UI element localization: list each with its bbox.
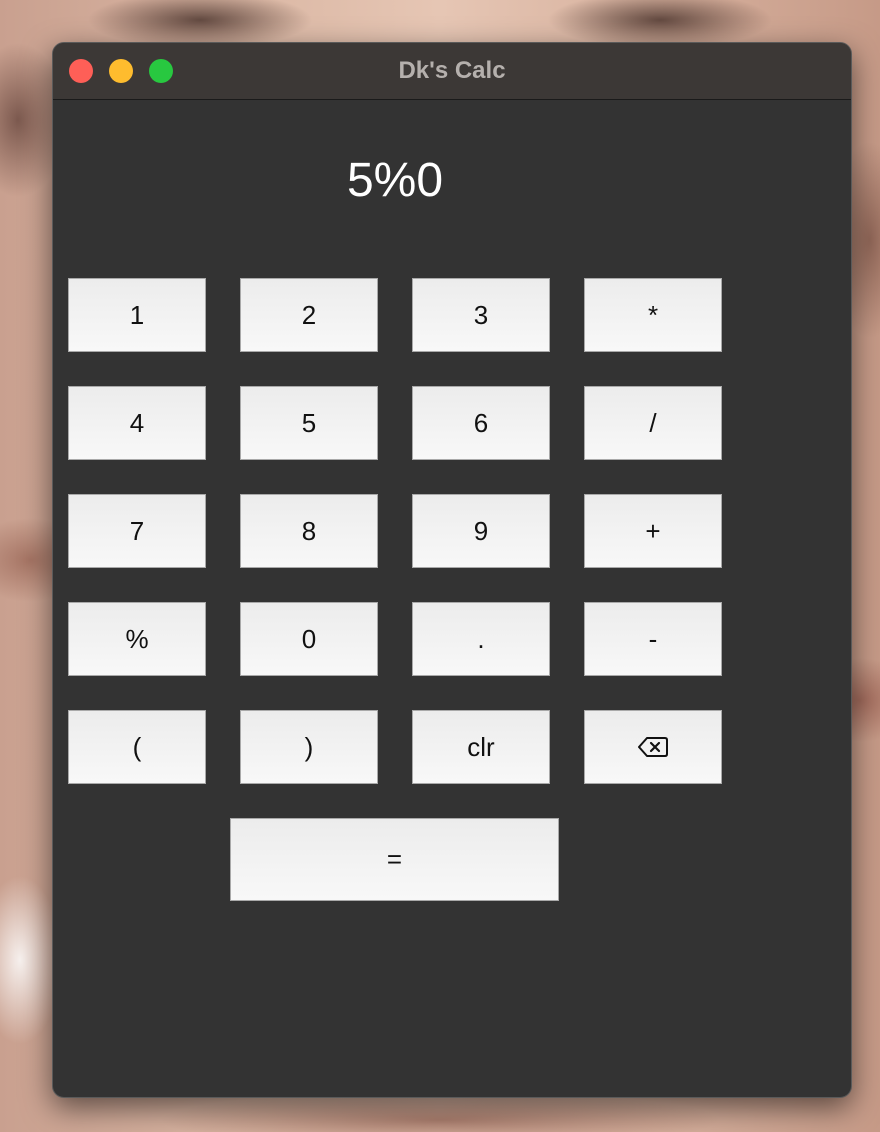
key-5-button[interactable]: 5 (240, 386, 378, 460)
clear-button[interactable]: clr (412, 710, 550, 784)
key-0-button[interactable]: 0 (240, 602, 378, 676)
key-7-button[interactable]: 7 (68, 494, 206, 568)
title-bar[interactable]: Dk's Calc (53, 43, 851, 100)
backspace-icon (638, 737, 668, 757)
backspace-button[interactable] (584, 710, 722, 784)
open-paren-button[interactable]: ( (68, 710, 206, 784)
add-button[interactable]: + (584, 494, 722, 568)
decimal-point-button[interactable]: . (412, 602, 550, 676)
subtract-button[interactable]: - (584, 602, 722, 676)
key-4-button[interactable]: 4 (68, 386, 206, 460)
multiply-button[interactable]: * (584, 278, 722, 352)
modulo-button[interactable]: % (68, 602, 206, 676)
key-6-button[interactable]: 6 (412, 386, 550, 460)
key-1-button[interactable]: 1 (68, 278, 206, 352)
close-paren-button[interactable]: ) (240, 710, 378, 784)
key-9-button[interactable]: 9 (412, 494, 550, 568)
key-8-button[interactable]: 8 (240, 494, 378, 568)
equals-button[interactable]: = (230, 818, 559, 901)
key-3-button[interactable]: 3 (412, 278, 550, 352)
calculator-window: Dk's Calc 5%0 1 2 3 * 4 5 6 / 7 8 9 + % … (52, 42, 852, 1098)
window-title: Dk's Calc (398, 57, 506, 84)
key-2-button[interactable]: 2 (240, 278, 378, 352)
calculator-display: 5%0 (346, 154, 444, 207)
divide-button[interactable]: / (584, 386, 722, 460)
